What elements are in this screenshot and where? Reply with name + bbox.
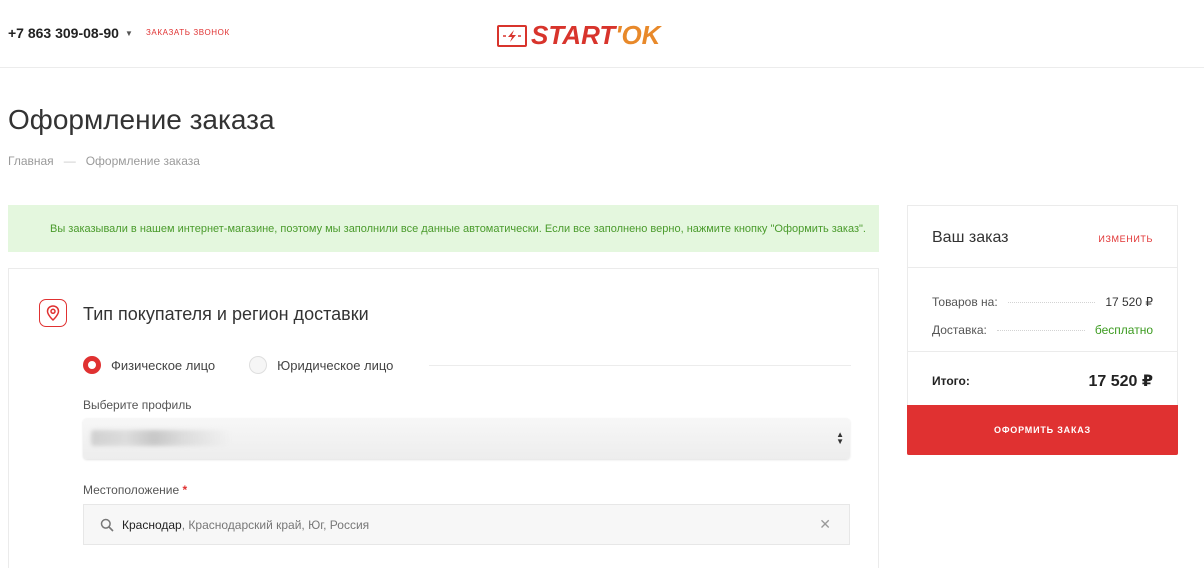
callback-link[interactable]: ЗАКАЗАТЬ ЗВОНОК (146, 28, 230, 37)
breadcrumb-current: Оформление заказа (85, 154, 200, 168)
total-label: Итого: (932, 374, 970, 388)
autofill-notice: Вы заказывали в нашем интернет-магазине,… (8, 205, 879, 252)
select-arrows-icon: ▲ ▼ (836, 430, 844, 446)
divider (429, 364, 851, 366)
place-order-button[interactable]: ОФОРМИТЬ ЗАКАЗ (907, 405, 1178, 455)
goods-label: Товаров на: (932, 295, 998, 309)
delivery-row: Доставка: бесплатно (932, 316, 1153, 344)
location-label: Местоположение * (83, 483, 188, 497)
location-input[interactable]: Краснодар, Краснодарский край, Юг, Росси… (83, 504, 850, 545)
goods-row: Товаров на: 17 520 ₽ (932, 288, 1153, 316)
logo[interactable]: START'OK (497, 20, 660, 51)
delivery-label: Доставка: (932, 323, 987, 337)
profile-select[interactable]: ▲ ▼ (83, 418, 850, 459)
location-value: Краснодар, Краснодарский край, Юг, Росси… (122, 517, 370, 532)
battery-logo-icon (497, 24, 527, 47)
profile-label: Выберите профиль (83, 398, 192, 412)
radio-unselected-icon (249, 356, 268, 374)
delivery-value: бесплатно (1094, 323, 1153, 337)
order-summary: Ваш заказ ИЗМЕНИТЬ Товаров на: 17 520 ₽ … (907, 205, 1178, 455)
dotted-leader (1007, 301, 1096, 303)
summary-rows: Товаров на: 17 520 ₽ Доставка: бесплатно (908, 268, 1177, 352)
edit-order-link[interactable]: ИЗМЕНИТЬ (1098, 234, 1153, 244)
breadcrumb: Главная — Оформление заказа (8, 154, 200, 168)
location-pin-icon (39, 299, 67, 327)
total-row: Итого: 17 520 ₽ (908, 352, 1177, 410)
radio-label: Юридическое лицо (277, 357, 394, 373)
site-header: +7 863 309-08-90 ▼ ЗАКАЗАТЬ ЗВОНОК START… (0, 0, 1204, 68)
breadcrumb-home[interactable]: Главная (8, 154, 54, 168)
breadcrumb-separator: — (63, 154, 76, 168)
logo-text: START'OK (531, 20, 661, 50)
radio-individual[interactable]: Физическое лицо (83, 356, 215, 374)
chevron-down-icon: ▼ (124, 28, 133, 38)
phone-number: +7 863 309-08-90 (8, 25, 119, 41)
summary-header: Ваш заказ ИЗМЕНИТЬ (908, 206, 1177, 268)
radio-label: Физическое лицо (111, 357, 216, 373)
radio-selected-icon (83, 356, 101, 374)
total-value: 17 520 ₽ (1088, 373, 1153, 390)
dotted-leader (996, 329, 1085, 331)
goods-value: 17 520 ₽ (1105, 295, 1153, 309)
summary-title: Ваш заказ (932, 229, 1009, 246)
phone-dropdown[interactable]: +7 863 309-08-90 ▼ (8, 25, 133, 41)
buyer-type-radio-group: Физическое лицо Юридическое лицо (83, 355, 851, 375)
radio-legal-entity[interactable]: Юридическое лицо (249, 356, 393, 374)
page-title: Оформление заказа (8, 104, 275, 135)
required-mark: * (182, 483, 188, 497)
section-title: Тип покупателя и регион доставки (83, 304, 369, 324)
buyer-type-section: Тип покупателя и регион доставки Физичес… (8, 268, 879, 568)
search-icon (100, 518, 114, 532)
redacted-value (91, 430, 231, 446)
close-icon[interactable]: ✕ (819, 516, 831, 533)
